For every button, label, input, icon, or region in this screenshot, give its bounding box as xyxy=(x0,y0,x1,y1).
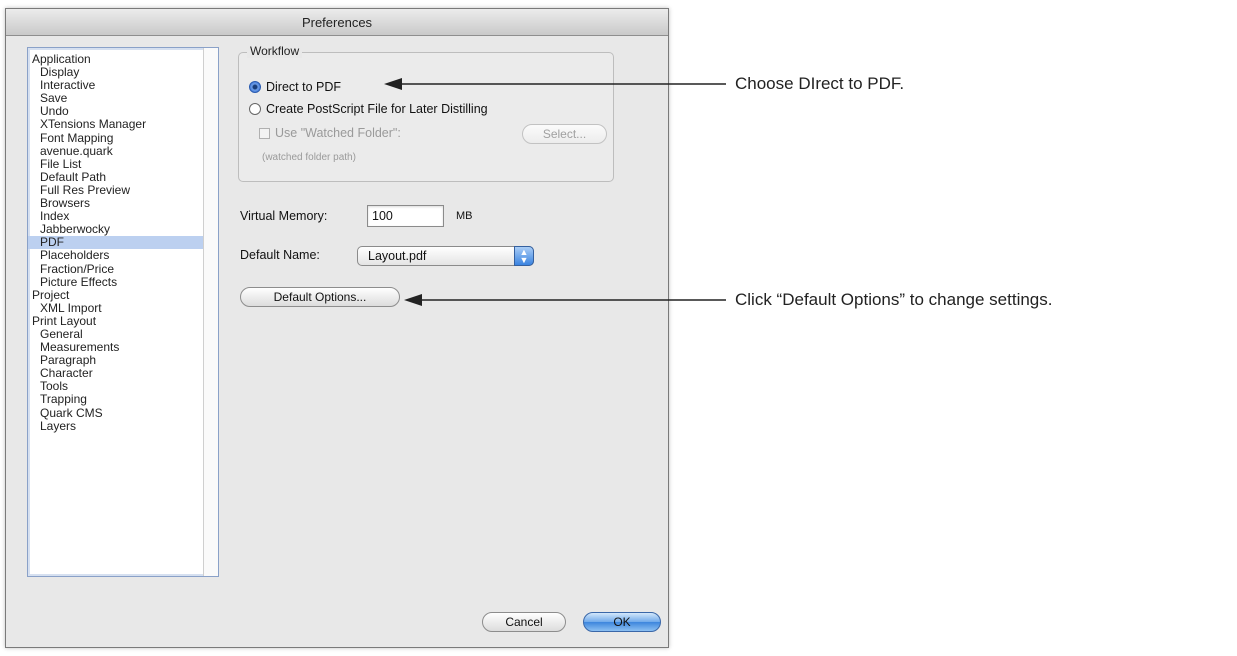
arrow-to-direct-pdf xyxy=(384,78,726,90)
callout-default-options: Click “Default Options” to change settin… xyxy=(735,290,1053,309)
callout-arrows xyxy=(384,78,726,306)
callout-direct-pdf: Choose DIrect to PDF. xyxy=(735,74,905,93)
arrow-to-default-options xyxy=(404,294,726,306)
